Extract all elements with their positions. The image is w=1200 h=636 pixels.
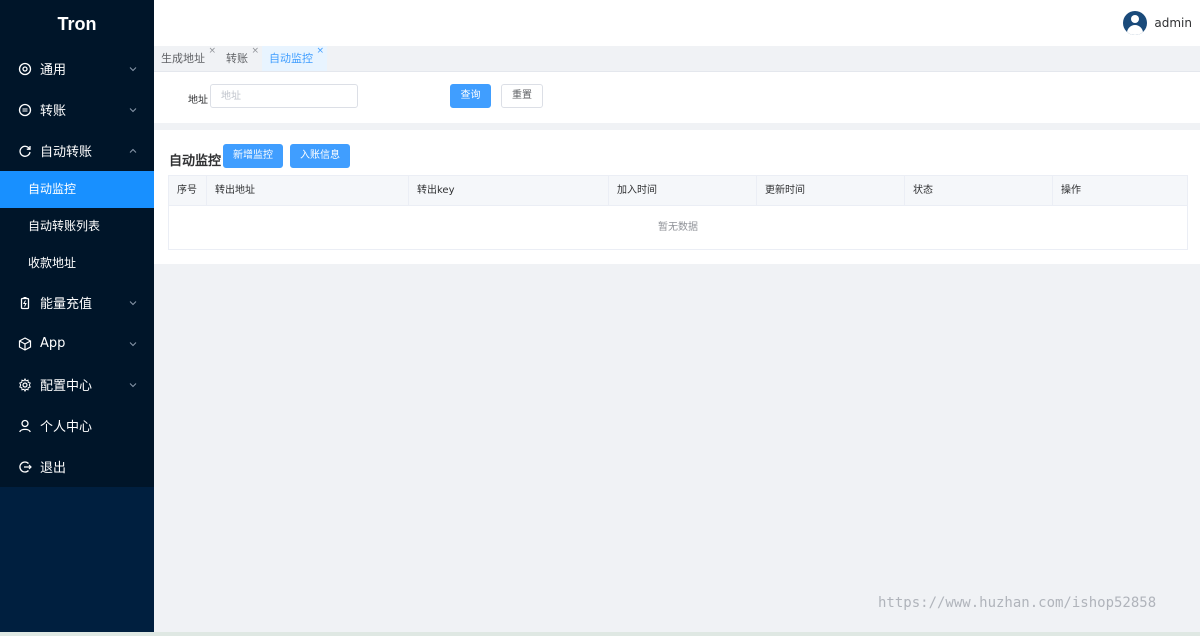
tab-transfer[interactable]: 转账 × [219,46,262,71]
column-header: 加入时间 [609,176,757,206]
chevron-up-icon [128,145,138,155]
column-header: 转出地址 [207,176,409,206]
app-logo: Tron [57,14,97,34]
table-header: 序号 转出地址 转出key 加入时间 更新时间 状态 操作 [169,176,1187,206]
gear-icon [18,377,32,392]
sidebar-item-personal-center[interactable]: 个人中心 [0,405,154,446]
battery-icon [18,296,32,310]
tab-label: 生成地址 [161,52,205,65]
sidebar-item-logout[interactable]: 退出 [0,446,154,487]
sidebar-item-energy-recharge[interactable]: 能量充值 [0,282,154,323]
sidebar-item-label: 自动转账 [40,145,93,160]
chevron-down-icon [128,297,138,307]
empty-state: 暂无数据 [658,222,698,233]
sidebar: Tron 通用 转账 自动转账 自动监控 自动转账列表 收款地址 能量充值 Ap… [0,0,154,632]
sidebar-item-label: 配置中心 [40,379,93,394]
user-icon [18,419,32,433]
close-icon[interactable]: × [316,39,324,64]
avatar[interactable] [1123,11,1148,35]
sidebar-item-label: 能量充值 [40,297,93,312]
bottom-strip [0,632,1200,636]
target-icon [18,62,32,76]
chevron-down-icon [128,338,138,348]
chevron-down-icon [128,379,138,389]
tab-label: 自动监控 [269,52,313,65]
tab-generate-address[interactable]: 生成地址 × [154,46,219,71]
close-icon[interactable]: × [208,39,216,64]
cube-icon [18,336,32,351]
sidebar-menu: 通用 转账 自动转账 自动监控 自动转账列表 收款地址 能量充值 App 配置中… [0,48,154,487]
sidebar-item-label: 转账 [40,104,67,119]
watermark: https://www.huzhan.com/ishop52858 [878,595,1157,611]
search-panel: 地址 查询 重置 [154,72,1200,123]
logout-icon [18,460,32,474]
sidebar-item-app[interactable]: App [0,323,154,364]
main-content: 自动监控 新增监控 入账信息 序号 转出地址 转出key 加入时间 更新时间 状… [154,130,1200,264]
column-header: 序号 [169,176,207,206]
monitor-table: 序号 转出地址 转出key 加入时间 更新时间 状态 操作 暂无数据 [168,175,1188,250]
add-monitor-button[interactable]: 新增监控 [223,144,283,168]
chevron-down-icon [128,63,138,73]
column-header: 操作 [1061,185,1081,196]
submenu-item-auto-monitor[interactable]: 自动监控 [0,171,154,208]
top-header: admin [154,0,1200,46]
user-menu[interactable]: admin [1123,11,1192,35]
sidebar-item-config-center[interactable]: 配置中心 [0,364,154,405]
column-header: 转出key [409,176,609,206]
sidebar-item-label: 个人中心 [40,420,93,435]
column-header: 状态 [905,176,1053,206]
refresh-icon [18,144,32,158]
reset-button[interactable]: 重置 [501,84,543,108]
tab-label: 转账 [226,52,248,65]
sidebar-item-label: App [40,336,66,351]
submenu-item-auto-transfer-list[interactable]: 自动转账列表 [0,208,154,245]
tab-auto-monitor[interactable]: 自动监控 × [262,46,327,71]
column-header: 更新时间 [757,176,905,206]
deposit-info-button[interactable]: 入账信息 [290,144,350,168]
transfer-icon [18,103,32,117]
sidebar-item-label: 通用 [40,63,67,78]
tab-bar: 生成地址 × 转账 × 自动监控 × [154,46,1200,72]
query-button[interactable]: 查询 [450,84,491,108]
sidebar-item-auto-transfer[interactable]: 自动转账 [0,130,154,171]
username[interactable]: admin [1154,16,1192,30]
submenu-item-receive-address[interactable]: 收款地址 [0,245,154,282]
sidebar-item-transfer[interactable]: 转账 [0,89,154,130]
sidebar-item-general[interactable]: 通用 [0,48,154,89]
address-input[interactable] [210,84,358,108]
close-icon[interactable]: × [251,39,259,64]
address-label: 地址 [188,95,208,106]
sidebar-item-label: 退出 [40,461,67,476]
chevron-down-icon [128,104,138,114]
page-title: 自动监控 [169,154,222,169]
